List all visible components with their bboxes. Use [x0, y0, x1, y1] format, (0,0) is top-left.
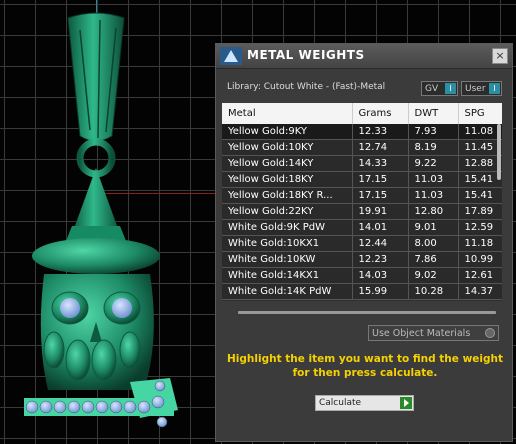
cell-dwt: 7.93: [408, 124, 459, 140]
header-grams[interactable]: Grams: [352, 103, 409, 124]
cell-metal: Yellow Gold:10KY: [222, 139, 353, 156]
cell-dwt: 7.86: [408, 251, 459, 268]
pendant-model[interactable]: [20, 10, 220, 440]
cell-spg: 12.59: [458, 219, 502, 236]
table-row[interactable]: White Gold:14K PdW 15.99 10.28 14.37: [222, 283, 502, 300]
gv-toggle-indicator: I: [445, 83, 456, 94]
cell-dwt: 11.03: [408, 171, 459, 188]
header-metal[interactable]: Metal: [222, 103, 353, 124]
instruction-text: Highlight the item you want to find the …: [227, 353, 503, 379]
cell-spg: 11.08: [458, 124, 502, 140]
table-row[interactable]: Yellow Gold:18KY R... 17.15 11.03 15.41: [222, 187, 502, 204]
cell-metal: White Gold:10KW: [222, 251, 353, 268]
gv-toggle[interactable]: GV I: [421, 81, 458, 96]
cell-grams: 12.33: [352, 124, 409, 140]
table-vertical-scrollbar[interactable]: [497, 124, 501, 180]
cell-dwt: 9.01: [408, 219, 459, 236]
metals-table[interactable]: Metal Grams DWT SPG Yellow Gold:9KY 12.33…: [222, 103, 502, 301]
cell-dwt: 12.80: [408, 203, 459, 220]
calculate-label: Calculate: [319, 398, 362, 408]
cell-dwt: 11.03: [408, 187, 459, 204]
table-row[interactable]: Yellow Gold:9KY 12.33 7.93 11.08: [222, 124, 502, 140]
use-object-materials-dropdown[interactable]: Use Object Materials: [368, 325, 499, 341]
cell-metal: White Gold:14K PdW: [222, 283, 353, 300]
cell-metal: Yellow Gold:18KY: [222, 171, 353, 188]
panel-title: METAL WEIGHTS: [247, 48, 365, 62]
calculate-dropdown[interactable]: Calculate: [315, 395, 414, 411]
gv-toggle-label: GV: [425, 84, 439, 94]
user-toggle-label: User: [465, 84, 486, 94]
use-object-materials-label: Use Object Materials: [372, 328, 471, 339]
cell-metal: Yellow Gold:22KY: [222, 203, 353, 220]
cell-dwt: 10.28: [408, 283, 459, 300]
header-spg[interactable]: SPG: [458, 103, 502, 124]
cell-metal: White Gold:14KX1: [222, 267, 353, 284]
table-row[interactable]: White Gold:14KX1 14.03 9.02 12.61: [222, 267, 502, 284]
close-icon[interactable]: ×: [492, 48, 508, 64]
header-dwt[interactable]: DWT: [408, 103, 459, 124]
play-icon[interactable]: [400, 397, 412, 409]
cell-spg: 14.37: [458, 283, 502, 300]
cell-grams: 14.01: [352, 219, 409, 236]
cell-grams: 14.33: [352, 155, 409, 172]
cell-grams: 19.91: [352, 203, 409, 220]
cell-grams: 12.23: [352, 251, 409, 268]
cell-metal: Yellow Gold:14KY: [222, 155, 353, 172]
table-row[interactable]: Yellow Gold:18KY 17.15 11.03 15.41: [222, 171, 502, 188]
metal-weights-panel: METAL WEIGHTS × Library: Cutout White - …: [215, 43, 513, 442]
user-toggle-indicator: I: [489, 83, 500, 94]
cell-grams: 17.15: [352, 187, 409, 204]
cell-spg: 10.99: [458, 251, 502, 268]
cell-metal: Yellow Gold:18KY R...: [222, 187, 353, 204]
table-horizontal-scrollbar[interactable]: [238, 311, 496, 314]
cell-grams: 15.99: [352, 283, 409, 300]
panel-titlebar[interactable]: METAL WEIGHTS ×: [216, 44, 512, 69]
cell-spg: 11.18: [458, 235, 502, 252]
cell-grams: 12.74: [352, 139, 409, 156]
cell-grams: 14.03: [352, 267, 409, 284]
table-header-row: Metal Grams DWT SPG: [222, 103, 502, 124]
table-row[interactable]: White Gold:9K PdW 14.01 9.01 12.59: [222, 219, 502, 236]
toggle-knob-icon: [485, 328, 495, 338]
table-row[interactable]: Yellow Gold:14KY 14.33 9.22 12.88: [222, 155, 502, 172]
table-row[interactable]: White Gold:10KX1 12.44 8.00 11.18: [222, 235, 502, 252]
cell-spg: 15.41: [458, 187, 502, 204]
cell-spg: 11.45: [458, 139, 502, 156]
cell-grams: 12.44: [352, 235, 409, 252]
cell-spg: 17.89: [458, 203, 502, 220]
cell-spg: 12.61: [458, 267, 502, 284]
cell-spg: 15.41: [458, 171, 502, 188]
table-row[interactable]: Yellow Gold:10KY 12.74 8.19 11.45: [222, 139, 502, 156]
cell-metal: White Gold:9K PdW: [222, 219, 353, 236]
cell-dwt: 9.22: [408, 155, 459, 172]
cell-metal: White Gold:10KX1: [222, 235, 353, 252]
library-label: Library: Cutout White - (Fast)-Metal: [227, 82, 386, 92]
table-row[interactable]: Yellow Gold:22KY 19.91 12.80 17.89: [222, 203, 502, 220]
app-logo-icon: [220, 47, 242, 65]
cell-metal: Yellow Gold:9KY: [222, 124, 353, 140]
table-row[interactable]: White Gold:10KW 12.23 7.86 10.99: [222, 251, 502, 268]
cell-grams: 17.15: [352, 171, 409, 188]
cell-spg: 12.88: [458, 155, 502, 172]
cell-dwt: 9.02: [408, 267, 459, 284]
user-toggle[interactable]: User I: [461, 81, 502, 96]
cell-dwt: 8.00: [408, 235, 459, 252]
cell-dwt: 8.19: [408, 139, 459, 156]
